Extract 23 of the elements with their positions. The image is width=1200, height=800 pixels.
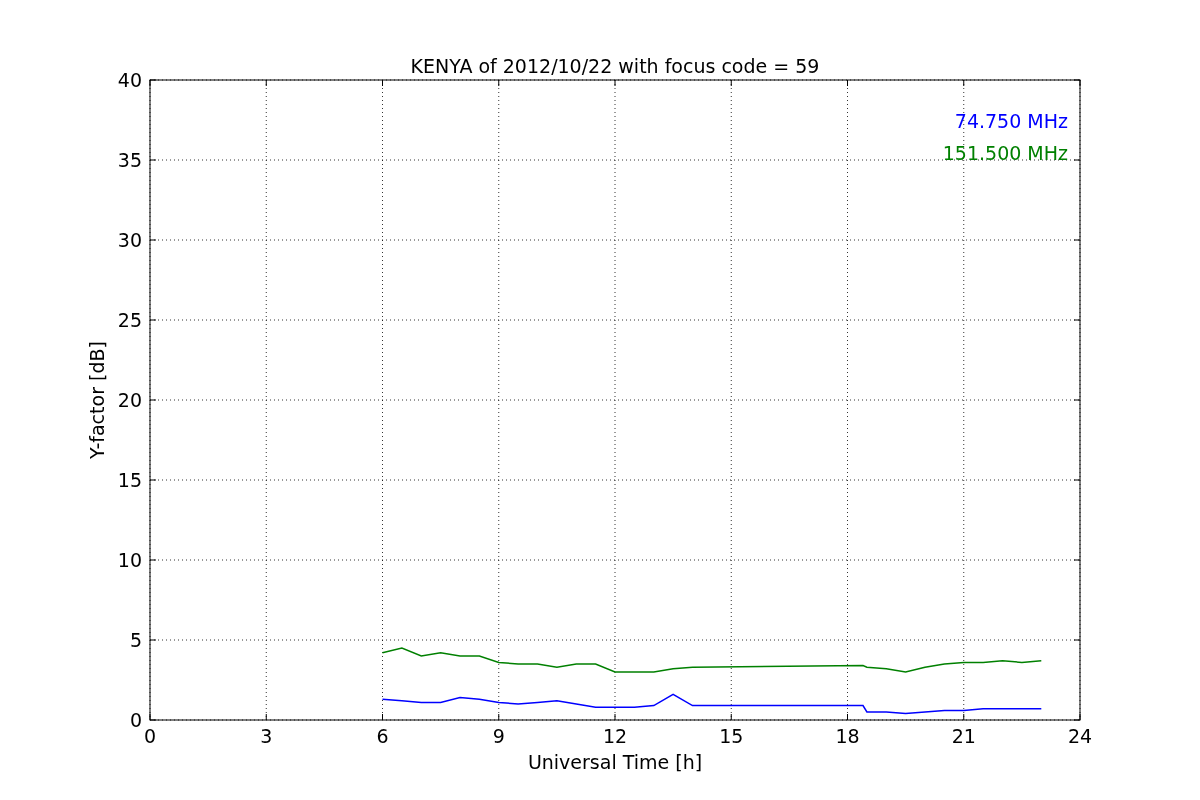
- tick-label: 15: [719, 725, 744, 747]
- tick-label: 0: [143, 725, 157, 747]
- tick-label: 10: [117, 549, 142, 571]
- tick-label: 20: [117, 389, 142, 411]
- tick-label: 6: [376, 725, 389, 747]
- tick-label: 9: [492, 725, 505, 747]
- tick-label: 12: [602, 725, 628, 747]
- axis-label: Y-factor [dB]: [86, 341, 108, 459]
- chart-title: KENYA of 2012/10/22 with focus code = 59: [410, 55, 820, 77]
- tick-label: 40: [117, 69, 142, 91]
- tick-label: 30: [117, 229, 142, 251]
- tick-label: 35: [117, 149, 142, 171]
- tick-label: 21: [951, 725, 976, 747]
- legend-label: 151.500 MHz: [942, 142, 1068, 164]
- tick-label: 3: [260, 725, 273, 747]
- tick-label: 25: [117, 309, 142, 331]
- axis-label: Universal Time [h]: [527, 751, 703, 773]
- legend-label: 74.750 MHz: [954, 110, 1068, 132]
- tick-label: 24: [1067, 725, 1093, 747]
- tick-label: 5: [129, 629, 142, 651]
- tick-label: 0: [129, 709, 142, 731]
- tick-label: 18: [835, 725, 860, 747]
- tick-label: 15: [117, 469, 142, 491]
